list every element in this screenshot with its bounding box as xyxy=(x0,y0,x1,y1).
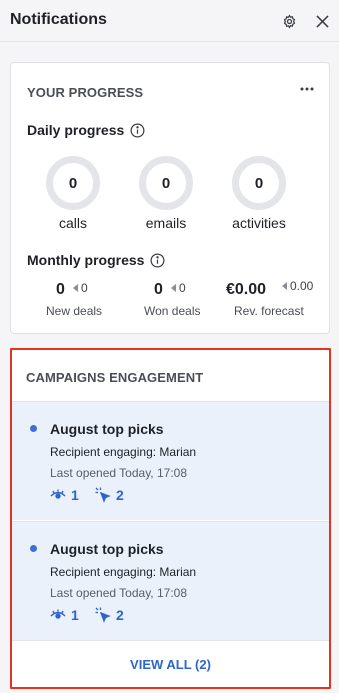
new-deals-delta-value: 0 xyxy=(81,281,88,295)
activities-progress-ring: 0 xyxy=(232,156,286,210)
campaign-title: August top picks xyxy=(50,421,164,437)
last-opened-text: Last opened Today, 17:08 xyxy=(50,466,188,480)
campaigns-section-title: CAMPAIGNS ENGAGEMENT xyxy=(26,370,204,385)
clicks-metric: 2 xyxy=(95,607,124,623)
triangle-left-icon xyxy=(73,284,78,292)
recipient-text: Recipient engaging: Marian xyxy=(50,445,197,459)
campaign-notification-item[interactable]: August top picks Recipient engaging: Mar… xyxy=(12,521,329,640)
revenue-forecast-delta: 0.00 xyxy=(282,279,313,293)
new-deals-delta: 0 xyxy=(73,281,88,295)
calls-progress-ring: 0 xyxy=(46,156,100,210)
revenue-forecast-value: €0.00 xyxy=(226,281,267,298)
revenue-forecast-delta-value: 0.00 xyxy=(290,279,314,293)
campaign-title: August top picks xyxy=(50,541,164,557)
opens-count: 1 xyxy=(71,607,79,623)
eye-icon xyxy=(50,609,66,619)
emails-label: emails xyxy=(145,215,187,231)
more-options-button[interactable] xyxy=(297,83,317,95)
close-icon xyxy=(315,14,329,28)
unread-dot-icon xyxy=(30,425,37,432)
clicks-count: 2 xyxy=(116,487,124,503)
progress-card: YOUR PROGRESS Daily progress 0 calls 0 e… xyxy=(10,62,330,334)
revenue-forecast-label: Rev. forecast xyxy=(234,304,304,318)
view-all-button[interactable]: VIEW ALL (2) xyxy=(12,640,329,687)
new-deals-label: New deals xyxy=(46,304,103,318)
gear-icon xyxy=(283,13,295,29)
more-horizontal-icon xyxy=(300,87,314,91)
opens-count: 1 xyxy=(71,487,79,503)
new-deals-value: 0 xyxy=(56,281,65,298)
won-deals-delta-value: 0 xyxy=(179,281,186,295)
opens-metric: 1 xyxy=(50,607,79,623)
campaigns-card: CAMPAIGNS ENGAGEMENT August top picks Re… xyxy=(12,350,329,687)
info-icon[interactable] xyxy=(130,123,145,138)
eye-icon xyxy=(50,489,66,499)
triangle-left-icon xyxy=(282,282,287,290)
clicks-count: 2 xyxy=(116,607,124,623)
recipient-text: Recipient engaging: Marian xyxy=(50,565,197,579)
daily-progress-label: Daily progress xyxy=(27,122,125,138)
won-deals-value: 0 xyxy=(154,281,163,298)
emails-progress-ring: 0 xyxy=(139,156,193,210)
panel-title: Notifications xyxy=(10,11,107,28)
monthly-progress-label: Monthly progress xyxy=(27,252,145,268)
clicks-metric: 2 xyxy=(95,487,124,503)
progress-section-title: YOUR PROGRESS xyxy=(27,85,144,100)
campaign-notification-item[interactable]: August top picks Recipient engaging: Mar… xyxy=(12,401,329,520)
opens-metric: 1 xyxy=(50,487,79,503)
notifications-header: Notifications xyxy=(0,0,339,42)
last-opened-text: Last opened Today, 17:08 xyxy=(50,586,188,600)
won-deals-label: Won deals xyxy=(144,304,201,318)
calls-label: calls xyxy=(58,215,87,231)
unread-dot-icon xyxy=(30,545,37,552)
cursor-click-icon xyxy=(95,607,111,623)
cursor-click-icon xyxy=(95,487,111,503)
won-deals-delta: 0 xyxy=(171,281,186,295)
close-button[interactable] xyxy=(312,11,332,31)
daily-progress-title: Daily progress xyxy=(27,122,145,138)
triangle-left-icon xyxy=(171,284,176,292)
monthly-progress-title: Monthly progress xyxy=(27,252,165,268)
info-icon[interactable] xyxy=(150,253,165,268)
activities-label: activities xyxy=(232,215,286,231)
settings-button[interactable] xyxy=(279,11,299,31)
